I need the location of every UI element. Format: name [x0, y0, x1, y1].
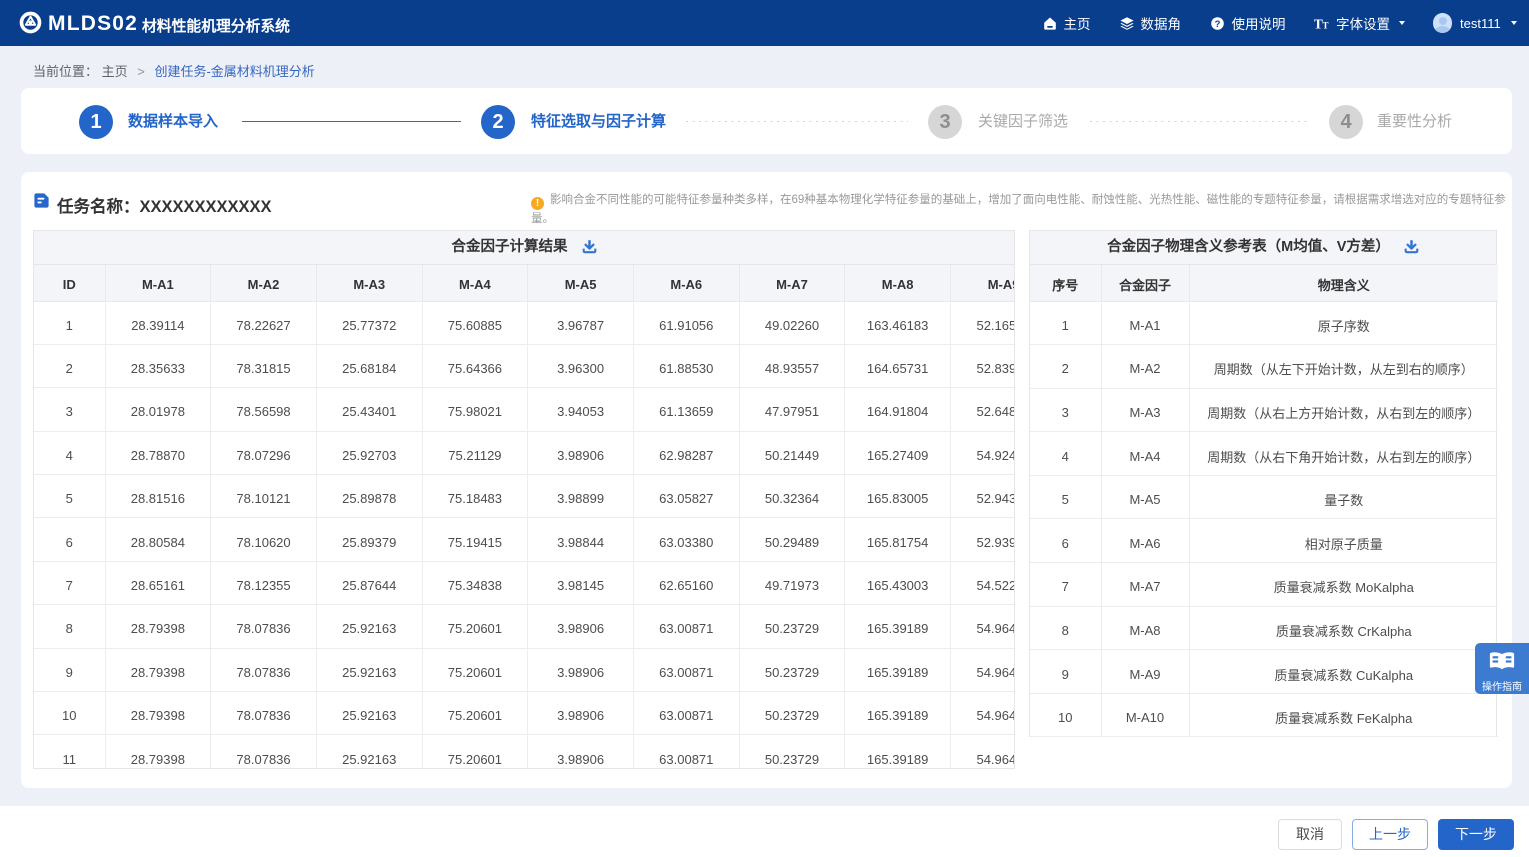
svg-text:T: T: [1323, 21, 1329, 31]
svg-text:?: ?: [1214, 19, 1220, 30]
